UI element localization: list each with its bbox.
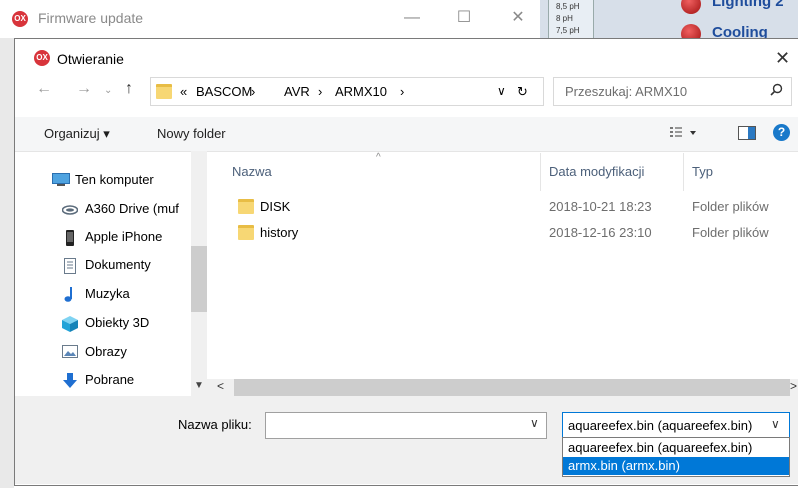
file-type: Folder plików <box>692 225 769 240</box>
phone-icon <box>62 230 78 246</box>
breadcrumb-separator: › <box>251 84 256 99</box>
minimize-button[interactable]: — <box>400 8 424 28</box>
background-window-title: Firmware update <box>38 10 144 26</box>
filename-history-chevron-icon[interactable]: ∨ <box>530 416 539 430</box>
cloud-drive-icon <box>61 202 79 216</box>
recent-locations-chevron-icon[interactable]: ⌄ <box>104 85 112 96</box>
ph-label: 8,5 pH <box>556 2 580 11</box>
forward-arrow-icon[interactable]: → <box>76 80 92 98</box>
ph-label: 8 pH <box>556 14 573 23</box>
app-logo-icon: OX <box>12 11 28 27</box>
folder-icon <box>238 199 254 214</box>
documents-icon <box>62 258 78 274</box>
scroll-right-arrow-icon[interactable]: > <box>790 379 797 393</box>
nav-item-label: Apple iPhone <box>85 229 163 244</box>
organize-button[interactable]: Organizuj ▾ <box>44 126 110 142</box>
nav-item-downloads[interactable]: Pobrane <box>62 367 202 395</box>
back-arrow-icon[interactable]: ← <box>36 80 52 98</box>
file-name: history <box>260 225 299 240</box>
nav-item-label: Dokumenty <box>85 257 151 272</box>
file-row-history[interactable]: history 2018-12-16 23:10 Folder plików <box>210 220 798 246</box>
nav-item-documents[interactable]: Dokumenty <box>62 252 202 280</box>
file-type-option-highlighted[interactable]: armx.bin (armx.bin) <box>563 457 789 475</box>
nav-item-label: Muzyka <box>85 286 130 301</box>
nav-item-label: A360 Drive (muf <box>85 201 179 216</box>
breadcrumb-overflow[interactable]: « <box>180 84 187 99</box>
nav-item-pictures[interactable]: Obrazy <box>62 339 202 367</box>
nav-item-label: Obiekty 3D <box>85 315 150 330</box>
file-type-filter-value: aquareefex.bin (aquareefex.bin) <box>568 418 753 433</box>
dialog-logo-icon: OX <box>34 50 50 66</box>
file-type-dropdown-list: aquareefex.bin (aquareefex.bin) armx.bin… <box>562 437 790 477</box>
pictures-icon <box>62 345 78 359</box>
sort-ascending-icon: ^ <box>376 152 381 163</box>
file-type: Folder plików <box>692 199 769 214</box>
breadcrumb-bascom[interactable]: BASCOM <box>196 84 252 99</box>
file-date: 2018-12-16 23:10 <box>549 225 652 240</box>
nav-item-label: Pobrane <box>85 372 135 387</box>
address-dropdown-chevron-icon[interactable]: ∨ <box>497 84 506 98</box>
ph-label: 7,5 pH <box>556 26 580 35</box>
maximize-button[interactable]: ☐ <box>452 8 476 28</box>
search-icon[interactable] <box>770 83 783 99</box>
column-header-name[interactable]: Nazwa <box>232 164 272 179</box>
nav-item-label: Ten komputer <box>75 172 154 187</box>
nav-item-apple-iphone[interactable]: Apple iPhone <box>62 224 202 252</box>
dialog-title: Otwieranie <box>57 51 124 67</box>
chevron-down-icon: ∨ <box>771 417 780 431</box>
downloads-icon <box>62 373 78 388</box>
file-date: 2018-10-21 18:23 <box>549 199 652 214</box>
folder-icon <box>238 225 254 240</box>
help-icon[interactable]: ? <box>773 124 790 141</box>
status-label: Lighting 2 <box>712 0 784 10</box>
scroll-left-arrow-icon[interactable]: < <box>217 379 224 393</box>
new-folder-button[interactable]: Nowy folder <box>157 126 226 141</box>
file-type-option[interactable]: aquareefex.bin (aquareefex.bin) <box>563 439 789 457</box>
preview-pane-icon[interactable] <box>738 126 756 143</box>
dialog-close-button[interactable]: ✕ <box>775 48 790 69</box>
breadcrumb-separator: › <box>318 84 323 99</box>
breadcrumb-avr[interactable]: AVR <box>284 84 310 99</box>
nav-item-label: Obrazy <box>85 344 127 359</box>
background-close-button[interactable]: ✕ <box>506 8 530 28</box>
filename-label: Nazwa pliku: <box>178 417 252 432</box>
column-divider[interactable] <box>683 153 684 191</box>
refresh-icon[interactable]: ↻ <box>517 84 528 100</box>
up-arrow-icon[interactable]: ↑ <box>125 80 133 98</box>
folder-icon <box>156 84 172 99</box>
computer-icon <box>52 173 70 187</box>
filename-input[interactable] <box>265 412 547 439</box>
nav-item-3d-objects[interactable]: Obiekty 3D <box>62 310 202 338</box>
view-options-icon[interactable] <box>670 126 696 143</box>
column-divider[interactable] <box>540 153 541 191</box>
breadcrumb-separator: › <box>400 84 405 99</box>
search-placeholder: Przeszukaj: ARMX10 <box>565 84 688 99</box>
column-header-date[interactable]: Data modyfikacji <box>549 164 644 179</box>
file-type-filter-select[interactable]: aquareefex.bin (aquareefex.bin) ∨ <box>562 412 790 439</box>
nav-item-a360-drive[interactable]: A360 Drive (muf <box>61 196 202 224</box>
file-list-scrollbar-thumb[interactable] <box>234 379 790 396</box>
breadcrumb-armx10[interactable]: ARMX10 <box>335 84 387 99</box>
column-header-type[interactable]: Typ <box>692 164 713 179</box>
nav-item-this-pc[interactable]: Ten komputer <box>52 167 192 195</box>
background-window-edge <box>0 38 14 488</box>
file-name: DISK <box>260 199 291 214</box>
nav-item-music[interactable]: Muzyka <box>62 281 202 309</box>
music-icon <box>62 287 78 302</box>
file-row-disk[interactable]: DISK 2018-10-21 18:23 Folder plików <box>210 194 798 220</box>
objects-3d-icon <box>62 316 78 332</box>
